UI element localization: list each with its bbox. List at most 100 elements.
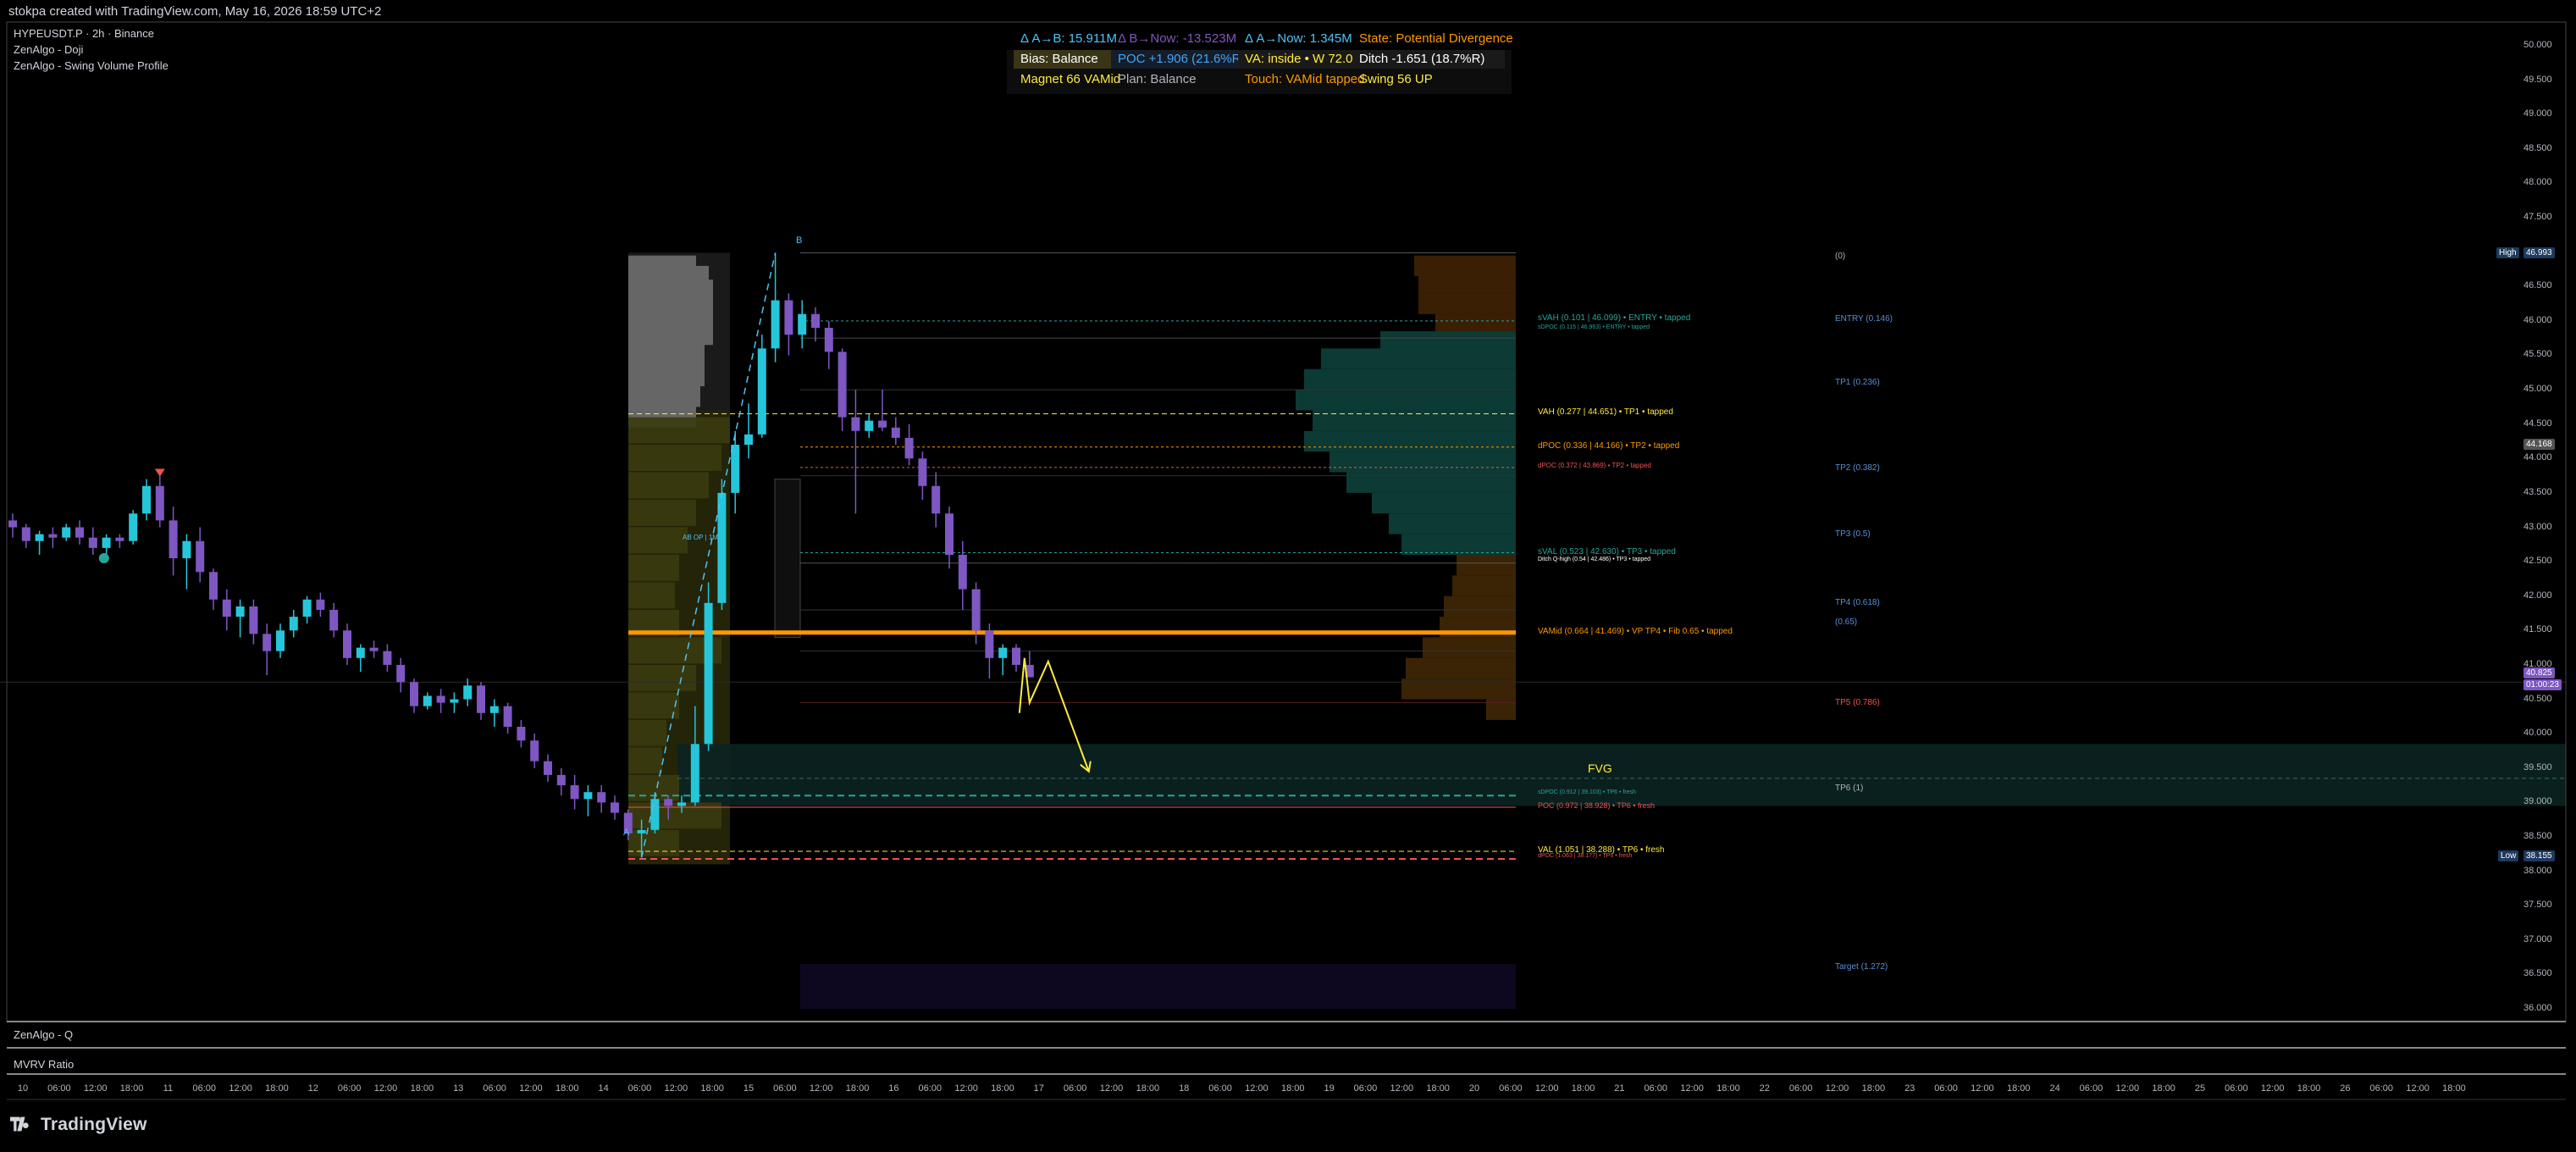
candle-body [811, 313, 820, 328]
candle-body [169, 520, 178, 559]
time-tick: 06:00 [1063, 1083, 1087, 1094]
candle-body [463, 685, 473, 700]
candle [115, 534, 124, 548]
time-tick: 18:00 [265, 1083, 289, 1094]
candle-body [263, 634, 272, 651]
profile-bar-olive [628, 417, 730, 444]
price-tick: 40.000 [2523, 728, 2552, 739]
time-tick: 06:00 [2225, 1083, 2248, 1094]
profile-bar-orange [1457, 554, 1516, 576]
time-tick: 10 [17, 1083, 29, 1094]
candle-body [837, 352, 847, 418]
candle-body [423, 695, 432, 706]
price-tick: 45.500 [2523, 349, 2552, 360]
time-tick: 12:00 [2115, 1083, 2140, 1094]
candle-body [8, 520, 17, 528]
profile-bar-olive [628, 472, 709, 499]
time-tick: 18:00 [1426, 1083, 1450, 1094]
tp-label: Target (1.272) [1835, 962, 1888, 972]
candle [21, 523, 30, 548]
price-tick: 47.500 [2523, 212, 2552, 223]
time-tick: 12:00 [1534, 1083, 1559, 1094]
candle [865, 413, 874, 438]
time-tick: 19 [1324, 1083, 1335, 1094]
time-tick: 23 [1904, 1083, 1915, 1094]
candle [731, 430, 740, 514]
time-tick: 18:00 [2297, 1083, 2321, 1094]
legend-indicator-volume-profile[interactable]: ZenAlgo - Swing Volume Profile [14, 59, 169, 72]
time-tick: 06:00 [2369, 1083, 2394, 1094]
candle [88, 527, 97, 555]
profile-bar-orange [1418, 273, 1516, 294]
time-tick: 11 [163, 1083, 174, 1094]
time-tick: 25 [2194, 1083, 2206, 1094]
candle-body [637, 829, 646, 834]
time-tick: 18:00 [410, 1083, 434, 1094]
tradingview-logo-icon [10, 1116, 29, 1132]
profile-bar-teal [1389, 513, 1516, 534]
pane-title-q[interactable]: ZenAlgo - Q [14, 1028, 73, 1041]
price-tick: 45.000 [2523, 384, 2552, 395]
candle [75, 520, 84, 545]
candle [235, 599, 245, 638]
candle-body [998, 647, 1008, 658]
candle [276, 623, 285, 658]
price-tick: 48.500 [2523, 142, 2552, 153]
profile-bar-olive [628, 829, 679, 856]
candle [597, 785, 606, 813]
legend-indicator-doji[interactable]: ZenAlgo - Doji [14, 43, 83, 56]
price-tick: 40.500 [2523, 693, 2552, 704]
candle-body [196, 540, 205, 573]
level-label: sDPOC (0.912 | 39.103) • TP6 • fresh [1538, 789, 1636, 796]
stat-row1-1: Δ B→Now: -13.523M [1118, 31, 1237, 46]
candle-body [369, 647, 379, 651]
profile-bar-olive [628, 774, 679, 801]
time-tick: 12:00 [519, 1083, 543, 1094]
low-badge-label: Low [2498, 850, 2519, 861]
candle [169, 507, 178, 576]
profile-bar-orange [1444, 595, 1516, 618]
candle [209, 568, 218, 610]
candle-body [544, 761, 552, 775]
tp-label: TP1 (0.236) [1835, 377, 1880, 387]
candle [958, 540, 967, 610]
legend-symbol[interactable]: HYPEUSDT.P · 2h · Binance [14, 27, 154, 40]
doji-marker-bull [98, 553, 109, 564]
profile-bar-orange [1452, 575, 1516, 596]
candle-body [690, 744, 699, 803]
candle [771, 252, 780, 363]
price-tick: 43.000 [2523, 521, 2552, 532]
tradingview-logo[interactable]: TradingView [10, 1115, 147, 1135]
time-tick: 06:00 [483, 1083, 506, 1094]
candle [904, 424, 914, 466]
main-pane-border [6, 21, 2567, 1022]
candle-body [356, 647, 365, 658]
candle-body [222, 599, 231, 618]
candle-body [209, 572, 218, 600]
candle-body [129, 513, 138, 541]
time-tick: 18:00 [845, 1083, 870, 1094]
candle-body [784, 300, 793, 335]
level-label: dPOC (1.063 | 38.177) • TP6 • fresh [1538, 852, 1633, 859]
candle-body [503, 706, 512, 728]
candle-body [985, 630, 994, 658]
price-tick: 42.000 [2523, 590, 2552, 601]
high-badge-label: High [2496, 247, 2519, 258]
price-tick: 36.500 [2523, 968, 2552, 979]
chart-canvas[interactable] [0, 0, 2576, 1152]
candle-body [249, 606, 258, 634]
price-badge-value: 40.825 [2523, 667, 2555, 678]
level-label: sDPOC (0.115 | 46.963) • ENTRY • tapped [1538, 324, 1650, 331]
time-tick: 18:00 [555, 1083, 579, 1094]
pane-title-mvrv[interactable]: MVRV Ratio [14, 1058, 74, 1071]
profile-bar-olive [628, 445, 721, 471]
stat-row1-0: Δ A→B: 15.911M [1020, 31, 1117, 46]
ab-box [774, 479, 801, 638]
stat-row3-1: Plan: Balance [1118, 72, 1197, 86]
candle [570, 774, 579, 810]
candle [35, 530, 44, 555]
candle [289, 609, 298, 638]
price-tick: 44.500 [2523, 418, 2552, 429]
candle [583, 785, 593, 817]
candle [611, 795, 619, 820]
